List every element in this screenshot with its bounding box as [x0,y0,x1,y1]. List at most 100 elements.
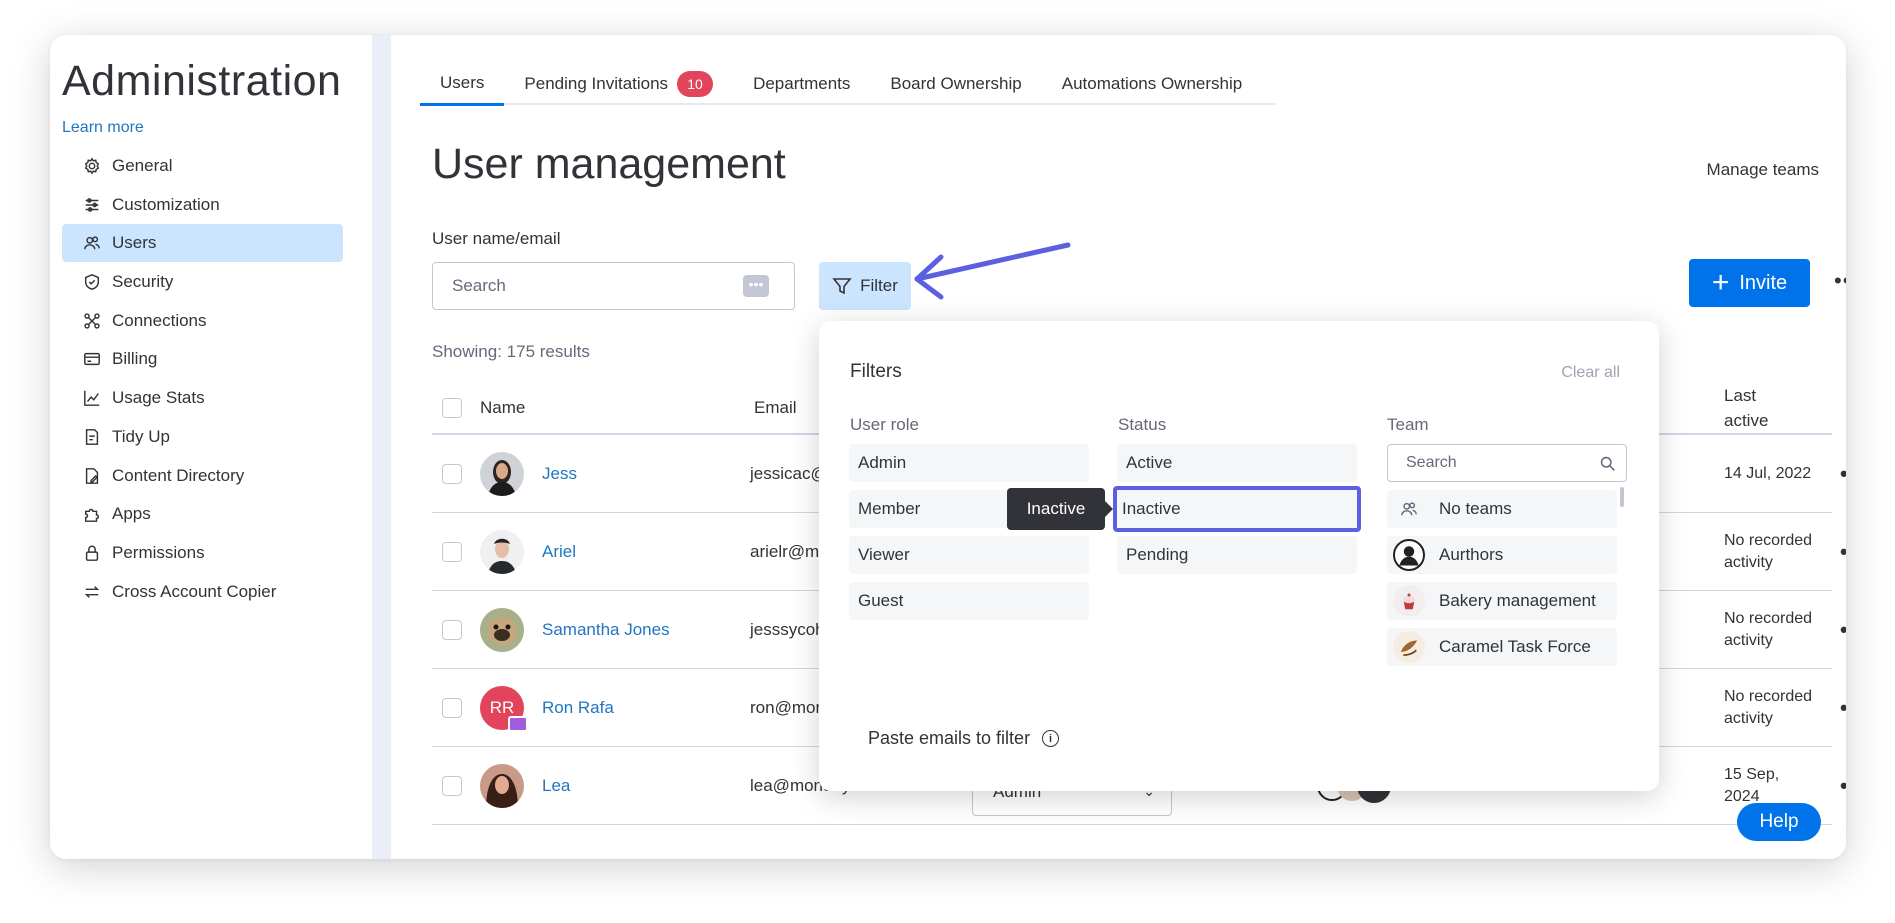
team-option-bakery-management[interactable]: Bakery management [1387,582,1617,620]
sidebar-item-permissions[interactable]: Permissions [62,534,343,572]
pending-count-badge: 10 [677,71,714,97]
tab-label: Departments [753,74,851,93]
clear-all-button[interactable]: Clear all [1561,364,1620,382]
manage-teams-link[interactable]: Manage teams [1707,160,1819,180]
team-search-input[interactable] [1388,445,1588,481]
avatar[interactable] [480,452,524,496]
sidebar-item-label: Permissions [112,542,205,562]
sidebar-item-apps[interactable]: Apps [62,495,343,533]
user-name-link[interactable]: Samantha Jones [542,591,670,669]
filter-option-pending[interactable]: Pending [1117,536,1357,574]
shield-icon [82,272,102,292]
user-email: jesssycoh [750,620,825,639]
column-header-last-active: Last active [1724,385,1769,430]
column-header-email: Email [754,397,797,417]
page-title: User management [432,140,786,188]
sidebar-item-content-directory[interactable]: Content Directory [62,457,343,495]
team-option-aurthors[interactable]: Aurthors [1387,536,1617,574]
sidebar-item-label: Connections [112,310,207,330]
row-more-icon[interactable]: ••• [1840,513,1846,591]
filter-label: Filter [860,276,898,295]
tab-users[interactable]: Users [420,63,505,106]
sidebar-item-security[interactable]: Security [62,263,343,301]
tab-pending-invitations[interactable]: Pending Invitations 10 [504,63,733,105]
user-role-heading: User role [850,415,919,434]
learn-more-link[interactable]: Learn more [62,119,144,137]
tab-board-ownership[interactable]: Board Ownership [870,63,1041,105]
row-checkbox[interactable] [442,620,462,640]
sidebar-title: Administration [62,57,342,105]
filter-option-inactive[interactable]: Inactive [1113,486,1361,532]
sidebar-item-label: Tidy Up [112,426,170,446]
search-field: ••• [432,262,795,310]
info-icon[interactable]: i [1042,730,1060,747]
sidebar-item-usage-stats[interactable]: Usage Stats [62,379,343,417]
connections-icon [82,311,102,331]
sidebar-item-general[interactable]: General [62,147,343,185]
row-more-icon[interactable]: ••• [1840,591,1846,669]
ellipsis-icon[interactable]: ••• [743,275,769,297]
chart-icon [82,388,102,408]
row-checkbox[interactable] [442,542,462,562]
avatar[interactable] [480,764,524,808]
last-active-value: 15 Sep, 2024 [1724,766,1780,805]
invite-label: Invite [1739,271,1788,294]
broom-icon [82,427,102,447]
last-active-value: No recorded activity [1724,532,1813,571]
row-checkbox[interactable] [442,464,462,484]
sidebar-item-cross-account-copier[interactable]: Cross Account Copier [62,573,343,611]
filter-option-admin[interactable]: Admin [849,444,1089,482]
tab-label: Board Ownership [890,74,1022,93]
annotation-arrow-icon [914,242,1071,300]
gear-icon [82,156,102,176]
user-name-link[interactable]: Ariel [542,513,576,591]
sidebar-item-billing[interactable]: Billing [62,340,343,378]
sidebar-item-label: Billing [112,349,158,369]
team-option-label: No teams [1439,499,1512,518]
avatar[interactable] [480,608,524,652]
last-active-value: No recorded activity [1724,610,1813,649]
select-all-checkbox[interactable] [442,397,462,418]
sidebar-item-label: Apps [112,504,151,524]
user-email: arielr@m [750,542,820,561]
sidebar-item-users[interactable]: Users [62,224,343,263]
filter-option-active[interactable]: Active [1117,444,1357,482]
user-name-link[interactable]: Jess [542,435,577,513]
team-option-caramel-task-force[interactable]: Caramel Task Force [1387,628,1617,666]
sidebar: Administration Learn more General Custom… [50,35,372,859]
more-options-icon[interactable]: ••• [1834,268,1846,294]
user-name-link[interactable]: Lea [542,747,570,825]
sidebar-item-tidy-up[interactable]: Tidy Up [62,418,343,456]
team-search-field [1387,444,1627,482]
paste-emails-link[interactable]: Paste emails to filter i [868,728,1060,749]
sidebar-nav: General Customization Users Security Con… [62,147,343,611]
sidebar-item-customization[interactable]: Customization [62,186,343,224]
user-name-link[interactable]: Ron Rafa [542,669,614,747]
tab-label: Pending Invitations [524,74,669,93]
help-button[interactable]: Help [1737,803,1821,841]
search-input[interactable] [433,263,733,309]
filter-option-viewer[interactable]: Viewer [849,536,1089,574]
plus-icon: + [1711,266,1730,299]
team-option-no-teams[interactable]: No teams [1387,490,1617,528]
row-more-icon[interactable]: ••• [1840,747,1846,825]
sidebar-item-connections[interactable]: Connections [62,302,343,340]
row-checkbox[interactable] [442,776,462,796]
row-more-icon[interactable]: ••• [1840,669,1846,747]
tab-label: Users [440,73,485,92]
status-heading: Status [1118,415,1167,434]
main-content: Users Pending Invitations 10 Departments … [391,35,1846,859]
row-checkbox[interactable] [442,698,462,718]
filter-option-guest[interactable]: Guest [849,582,1089,620]
row-more-icon[interactable]: ••• [1840,435,1846,513]
avatar[interactable] [480,530,524,574]
sidebar-item-label: General [112,156,173,175]
filter-button[interactable]: Filter [819,262,911,310]
tab-automations-ownership[interactable]: Automations Ownership [1042,63,1262,105]
avatar[interactable]: RR [480,686,528,732]
invite-button[interactable]: + Invite [1689,259,1810,307]
team-list-scrollbar[interactable] [1620,487,1624,507]
tab-departments[interactable]: Departments [733,63,870,105]
search-icon [1600,456,1615,471]
swap-icon [82,582,102,602]
